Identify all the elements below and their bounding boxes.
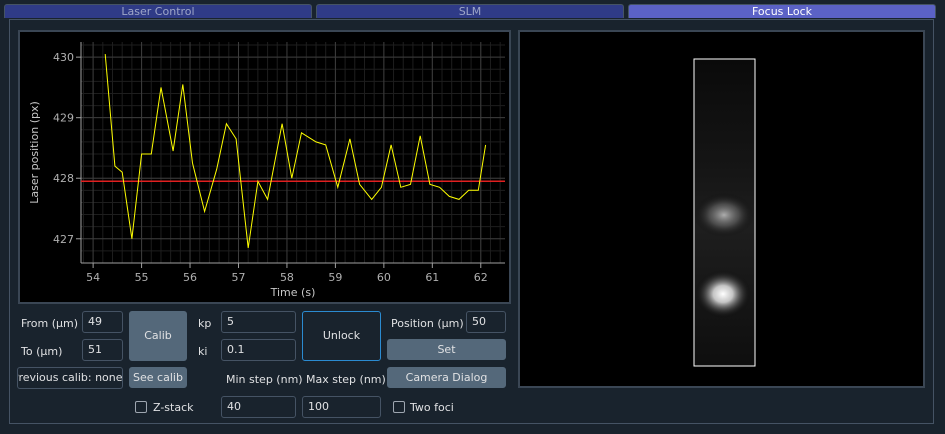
laser-position-chart: 54 55 56 57 58 59 60 61 62 427 428 429 430 Time (s) La…	[28, 42, 505, 299]
tab-bar: Laser Control SLM Focus Lock	[0, 0, 945, 20]
see-calib-button[interactable]: See calib	[129, 367, 187, 388]
calib-button[interactable]: Calib	[129, 311, 187, 361]
camera-view[interactable]	[518, 30, 925, 388]
previous-calib-field: Previous calib: none	[17, 367, 123, 389]
from-input[interactable]: 49	[82, 311, 123, 333]
zstack-checkbox[interactable]	[135, 401, 147, 413]
x-axis-label: Time (s)	[270, 286, 316, 299]
x-tick-label: 62	[474, 271, 488, 284]
min-step-label: Min step (nm)	[226, 373, 303, 386]
x-tick-label: 57	[231, 271, 245, 284]
y-axis-label: Laser position (px)	[28, 101, 41, 204]
camera-dialog-button[interactable]: Camera Dialog	[387, 367, 506, 388]
kp-label: kp	[198, 317, 212, 330]
min-step-input[interactable]: 40	[221, 396, 296, 418]
y-tick-label: 430	[53, 51, 74, 64]
to-label: To (µm)	[21, 345, 63, 358]
tab-slm[interactable]: SLM	[316, 4, 624, 18]
two-foci-checkbox[interactable]	[393, 401, 405, 413]
ki-label: ki	[198, 345, 208, 358]
camera-image	[693, 58, 756, 367]
set-button[interactable]: Set	[387, 339, 506, 360]
reflection-spot-dim	[694, 193, 754, 237]
unlock-button[interactable]: Unlock	[302, 311, 381, 361]
kp-input[interactable]: 5	[221, 311, 296, 333]
x-tick-label: 58	[280, 271, 294, 284]
y-tick-label: 428	[53, 172, 74, 185]
y-tick-label: 429	[53, 112, 74, 125]
reflection-spot-bright	[695, 270, 751, 318]
tab-laser-control[interactable]: Laser Control	[4, 4, 312, 18]
position-input[interactable]: 50	[466, 311, 506, 333]
zstack-label: Z-stack	[153, 401, 194, 414]
two-foci-label: Two foci	[410, 401, 454, 414]
x-tick-label: 59	[328, 271, 342, 284]
laser-position-plot[interactable]: 54 55 56 57 58 59 60 61 62 427 428 429 430 Time (s) La…	[18, 30, 511, 304]
x-tick-label: 60	[377, 271, 391, 284]
max-step-input[interactable]: 100	[302, 396, 381, 418]
tab-focus-lock[interactable]: Focus Lock	[628, 4, 936, 18]
laser-position-series-line	[104, 54, 487, 248]
x-tick-label: 54	[86, 271, 100, 284]
to-input[interactable]: 51	[82, 339, 123, 361]
from-label: From (µm)	[21, 317, 79, 330]
y-tick-label: 427	[53, 233, 74, 246]
x-tick-label: 61	[425, 271, 439, 284]
max-step-label: Max step (nm)	[306, 373, 386, 386]
position-label: Position (µm)	[391, 317, 464, 330]
x-tick-label: 55	[135, 271, 149, 284]
ki-input[interactable]: 0.1	[221, 339, 296, 361]
x-tick-label: 56	[183, 271, 197, 284]
